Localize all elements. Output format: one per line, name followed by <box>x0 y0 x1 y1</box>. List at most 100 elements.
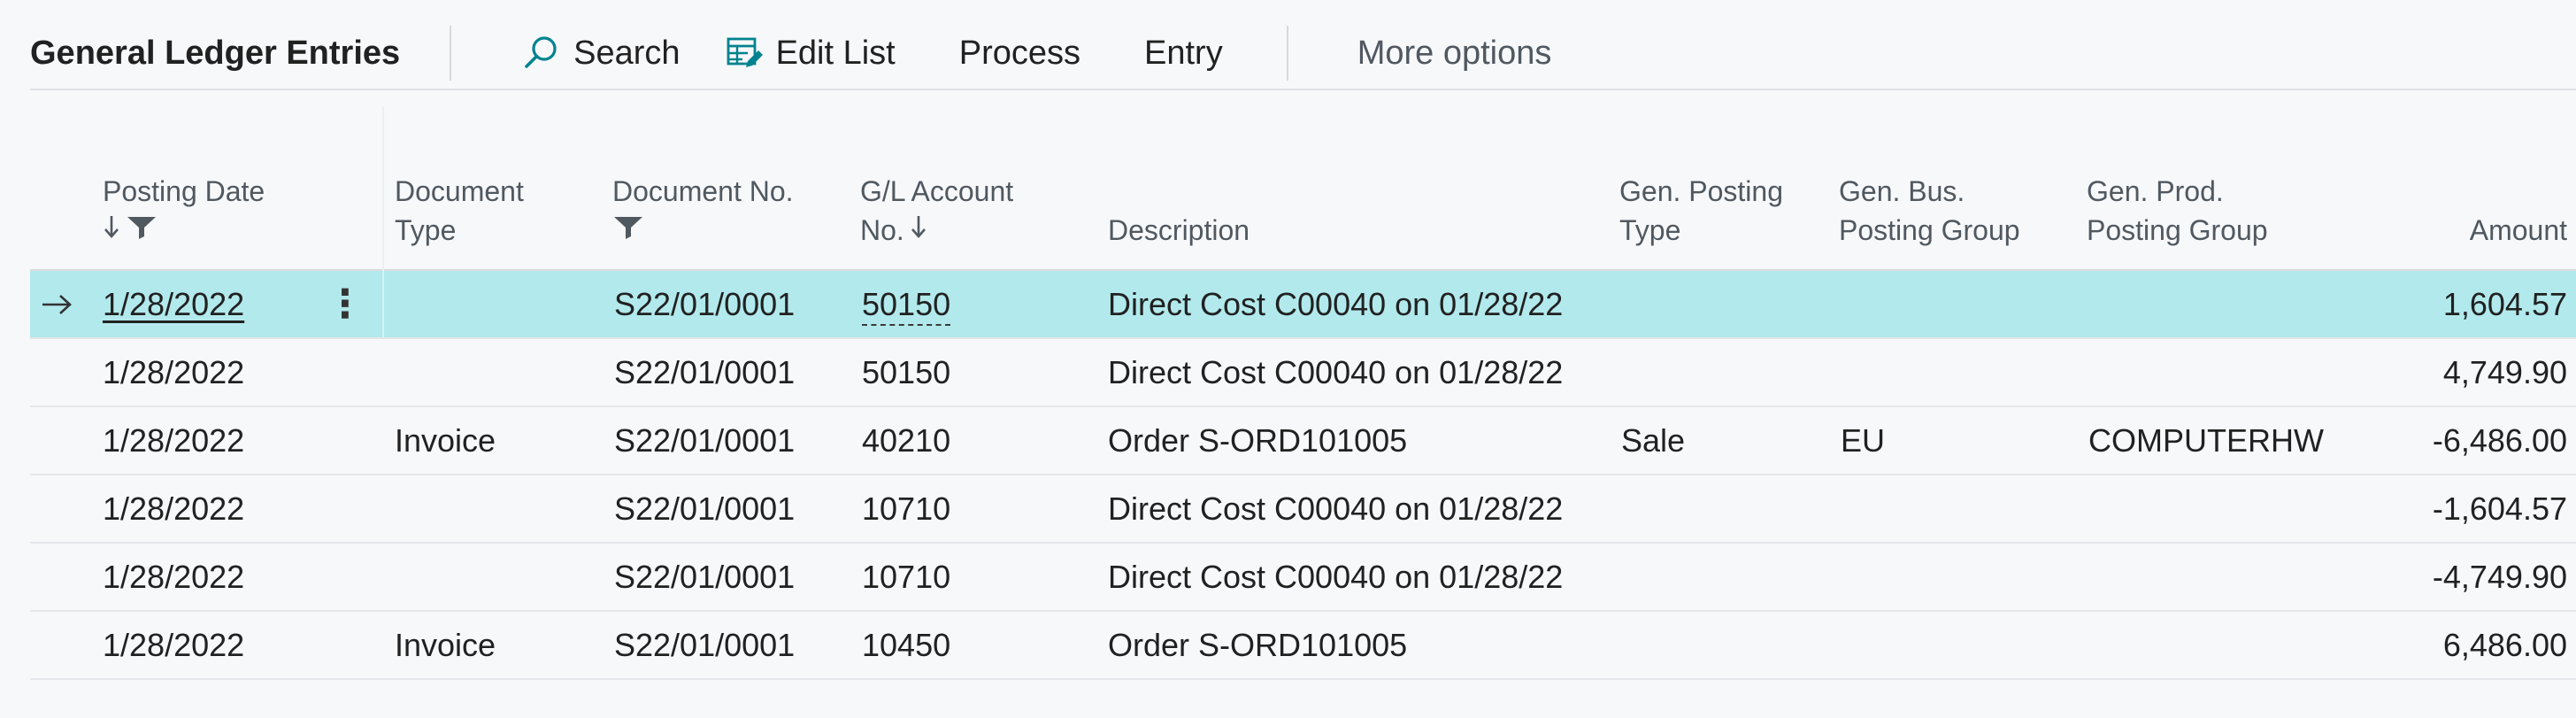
gl-account-no-cell: 10710 <box>862 490 951 527</box>
gen-bus-posting-group-cell: EU <box>1841 422 1886 459</box>
document-no-cell: S22/01/0001 <box>614 490 796 527</box>
document-no-cell: S22/01/0001 <box>614 354 796 390</box>
column-header-posting-date[interactable]: Posting Date <box>103 172 265 250</box>
gen-posting-type-cell <box>1621 544 1825 610</box>
gen-bus-posting-group-cell <box>1841 475 2088 542</box>
gen-bus-posting-group-cell <box>1841 544 2088 610</box>
column-header-label: Posting Group <box>1839 214 2020 246</box>
gen-bus-posting-group-cell <box>1841 612 2088 678</box>
gen-prod-posting-group-cell: COMPUTERHW <box>2088 422 2324 459</box>
gl-account-no-cell[interactable]: 50150 <box>862 271 1074 337</box>
edit-list-button[interactable]: Edit List <box>707 26 947 81</box>
document-type-cell <box>395 544 598 610</box>
column-header-gl-account-no[interactable]: G/L Account No. <box>860 172 1013 250</box>
gl-account-no-cell: 10710 <box>862 559 951 595</box>
table-row[interactable]: 1/28/2022 Invoice S22/01/0001 40210 Orde… <box>30 407 2576 475</box>
ledger-entries-grid: Posting Date Document Type Document No. … <box>30 106 2576 680</box>
column-header-label: Amount <box>2469 214 2567 246</box>
entry-menu-button[interactable]: Entry <box>1118 26 1278 81</box>
amount-cell: 1,604.57 <box>2442 286 2567 322</box>
amount-cell: 4,749.90 <box>2442 354 2567 390</box>
table-row[interactable]: 1/28/2022 Invoice S22/01/0001 10450 Orde… <box>30 612 2576 680</box>
amount-cell: 6,486.00 <box>2442 627 2567 663</box>
gl-account-no-value[interactable]: 50150 <box>862 286 951 326</box>
entry-menu-label: Entry <box>1144 34 1223 72</box>
search-icon <box>522 34 561 73</box>
table-row[interactable]: 1/28/2022 S22/01/0001 50150 Direct Cost … <box>30 339 2576 407</box>
action-bar: General Ledger Entries Search Edit List … <box>30 18 2576 90</box>
column-header-gen-prod-posting-group[interactable]: Gen. Prod. Posting Group <box>2087 172 2268 250</box>
sort-down-icon <box>910 211 927 250</box>
document-type-cell <box>395 475 598 542</box>
table-row[interactable]: 1/28/2022 S22/01/0001 10710 Direct Cost … <box>30 475 2576 544</box>
search-button[interactable]: Search <box>460 26 706 81</box>
description-cell: Direct Cost C00040 on 01/28/22 <box>1108 559 1564 595</box>
column-header-label: Gen. Posting <box>1619 175 1783 207</box>
posting-date-cell: 1/28/2022 <box>103 627 245 663</box>
document-type-cell <box>395 339 598 405</box>
column-divider <box>382 106 384 271</box>
filter-icon <box>126 211 158 250</box>
gl-account-no-cell: 10450 <box>862 627 951 663</box>
column-header-amount[interactable]: Amount <box>2349 211 2567 250</box>
gen-posting-type-cell <box>1621 339 1825 405</box>
toolbar-divider <box>450 26 452 81</box>
edit-list-button-label: Edit List <box>775 34 896 72</box>
column-header-label: Document No. <box>612 175 794 207</box>
filter-icon <box>612 211 644 250</box>
gl-account-no-cell: 50150 <box>862 354 951 390</box>
column-header-label: No. <box>860 214 904 246</box>
gen-prod-posting-group-cell <box>2088 544 2345 610</box>
sort-down-icon <box>103 211 120 250</box>
gen-prod-posting-group-cell <box>2088 612 2345 678</box>
search-button-label: Search <box>573 34 681 72</box>
amount-cell: -6,486.00 <box>2432 422 2567 459</box>
page-title: General Ledger Entries <box>30 34 401 72</box>
document-type-cell <box>395 271 598 337</box>
table-row[interactable]: 1/28/2022 S22/01/0001 10710 Direct Cost … <box>30 544 2576 612</box>
posting-date-cell: 1/28/2022 <box>103 559 245 595</box>
column-divider <box>382 271 384 337</box>
column-header-label: Type <box>395 214 457 246</box>
gen-posting-type-cell <box>1621 612 1825 678</box>
column-header-label: Description <box>1108 214 1250 246</box>
description-cell: Order S-ORD101005 <box>1108 627 1408 663</box>
column-header-gen-bus-posting-group[interactable]: Gen. Bus. Posting Group <box>1839 172 2020 250</box>
gen-prod-posting-group-cell <box>2088 271 2345 337</box>
column-header-label: Document <box>395 175 524 207</box>
more-options-button[interactable]: More options <box>1297 26 1579 81</box>
document-type-cell: Invoice <box>395 422 496 459</box>
column-header-gen-posting-type[interactable]: Gen. Posting Type <box>1619 172 1783 250</box>
posting-date-cell: 1/28/2022 <box>103 422 245 459</box>
posting-date-cell: 1/28/2022 <box>103 354 245 390</box>
gen-prod-posting-group-cell <box>2088 475 2345 542</box>
general-ledger-entries-page: General Ledger Entries Search Edit List … <box>0 0 2576 718</box>
document-no-cell: S22/01/0001 <box>614 627 796 663</box>
process-menu-label: Process <box>958 34 1081 72</box>
table-row[interactable]: 1/28/2022 ⋮ S22/01/0001 50150 Direct Cos… <box>30 271 2576 339</box>
amount-cell: -1,604.57 <box>2432 490 2567 527</box>
column-header-label: Gen. Prod. <box>2087 175 2224 207</box>
arrow-right-icon <box>39 271 74 337</box>
column-header-description[interactable]: Description <box>1108 211 1250 250</box>
column-header-label: Posting Group <box>2087 214 2268 246</box>
gen-bus-posting-group-cell <box>1841 339 2088 405</box>
posting-date-cell: 1/28/2022 <box>103 490 245 527</box>
gen-posting-type-cell <box>1621 271 1825 337</box>
column-header-document-type[interactable]: Document Type <box>395 172 524 250</box>
document-no-cell: S22/01/0001 <box>614 559 796 595</box>
grid-header: Posting Date Document Type Document No. … <box>30 106 2576 271</box>
more-vertical-icon[interactable]: ⋮ <box>326 271 365 337</box>
description-cell: Direct Cost C00040 on 01/28/22 <box>1108 354 1564 390</box>
description-cell: Direct Cost C00040 on 01/28/22 <box>1108 490 1564 527</box>
process-menu-button[interactable]: Process <box>947 26 1118 81</box>
posting-date-cell[interactable]: 1/28/2022 <box>103 271 333 337</box>
amount-cell: -4,749.90 <box>2432 559 2567 595</box>
gen-posting-type-cell <box>1621 475 1825 542</box>
description-cell: Order S-ORD101005 <box>1108 422 1408 459</box>
document-no-cell: S22/01/0001 <box>614 286 796 322</box>
document-no-cell: S22/01/0001 <box>614 422 796 459</box>
column-header-label: G/L Account <box>860 175 1014 207</box>
gen-posting-type-cell: Sale <box>1621 422 1686 459</box>
column-header-document-no[interactable]: Document No. <box>612 172 794 250</box>
